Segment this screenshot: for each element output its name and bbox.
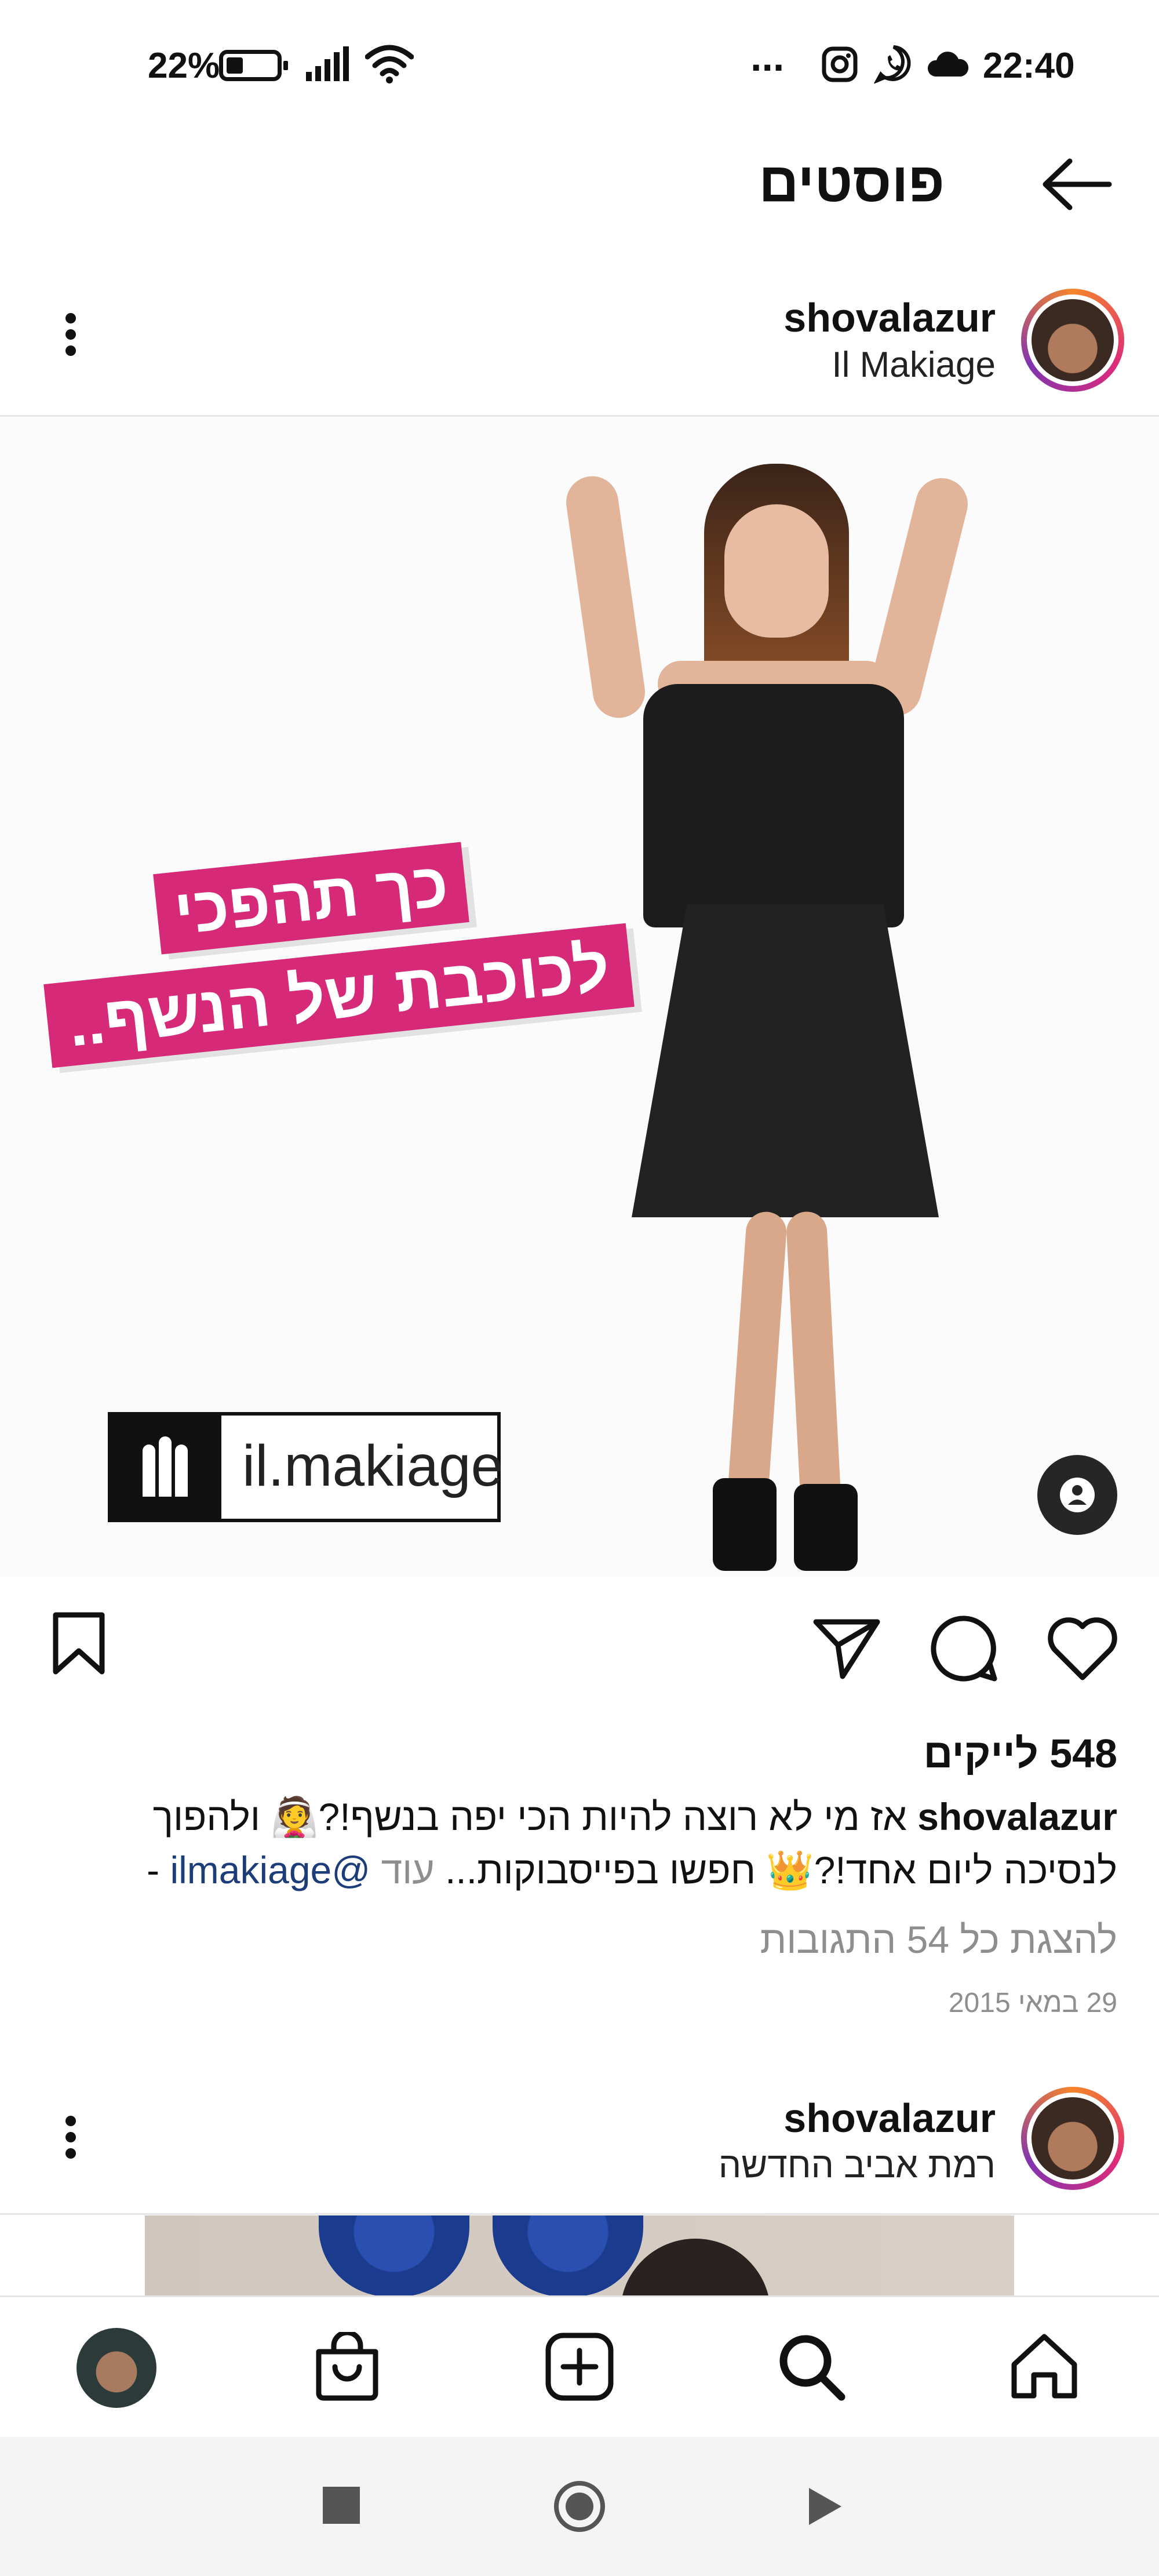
more-options-icon-2[interactable] [64,2110,78,2164]
post-caption: shovalazur אז מי לא רוצה להיות הכי יפה ב… [39,1790,1117,1897]
cloud-icon [927,52,969,77]
system-nav-bar [0,2437,1159,2576]
wifi-icon [365,45,414,83]
model-figure [556,441,1032,1577]
recent-apps-button[interactable] [323,2487,360,2524]
post-date: 29 במאי 2015 [948,1988,1117,2018]
home-icon[interactable] [1008,2331,1080,2403]
caption-text-2: לנסיכה ליום אחד!?👑 חפשו בפייסבוקות... [445,1849,1117,1891]
brand-logo-mark [111,1416,218,1519]
back-button-icon[interactable] [807,2486,844,2527]
bottom-nav [0,2295,1159,2439]
instagram-icon [822,46,858,82]
whatsapp-icon [874,45,911,83]
signal-icon [306,46,349,81]
brand-logo: il.makiage [108,1412,504,1522]
more-options-icon[interactable] [64,307,78,362]
caption-text-1: אז מי לא רוצה להיות הכי יפה בנשף!?👰 ולהפ… [152,1795,907,1838]
arrow-left-icon[interactable] [1041,157,1113,212]
post-actions [0,1588,1159,1704]
share-icon[interactable] [812,1616,881,1680]
clock: 22:40 [983,46,1075,86]
caption-more-link[interactable]: עוד [381,1849,435,1891]
promo-banner-line2: לכוכבת של הנשף.. [43,923,635,1068]
user-icon [1060,1478,1095,1512]
post-header-2: shovalazur רמת אביב החדשה [0,2069,1159,2208]
tagged-people-button[interactable] [1037,1455,1117,1535]
home-button[interactable] [554,2481,605,2532]
post2-image[interactable] [145,2215,1014,2297]
caption-username[interactable]: shovalazur [917,1795,1117,1838]
post-header: shovalazur Il Makiage [0,272,1159,412]
create-post-icon[interactable] [545,2332,614,2402]
view-all-comments-link[interactable]: להצגת כל 54 התגובות [760,1918,1117,1962]
promo-banner-line1: כך תהפכי [153,842,469,955]
divider [0,415,1159,417]
caption-tail: - [147,1849,160,1891]
bookmark-icon[interactable] [51,1611,107,1675]
divider-2 [0,2213,1159,2215]
caption-line-1: shovalazur אז מי לא רוצה להיות הכי יפה ב… [39,1790,1117,1843]
post-username[interactable]: shovalazur [783,294,996,341]
shop-bag-icon[interactable] [313,2332,381,2402]
search-icon[interactable] [777,2332,846,2402]
post2-username[interactable]: shovalazur [783,2095,996,2141]
battery-percent: 22% [148,46,220,86]
caption-line-2: לנסיכה ליום אחד!?👑 חפשו בפייסבוקות... עו… [39,1843,1117,1897]
post-location[interactable]: Il Makiage [832,344,996,385]
avatar[interactable] [1021,289,1124,392]
brand-logo-text: il.makiage [242,1433,504,1498]
profile-avatar-tab[interactable] [76,2328,156,2408]
battery-icon [219,50,288,81]
page-title: פוסטים [759,151,945,213]
post-image[interactable]: כך תהפכי לכוכבת של הנשף.. il.makiage [0,417,1159,1577]
likes-count[interactable]: 548 לייקים [924,1730,1117,1777]
caption-mention[interactable]: @ilmakiage [170,1849,370,1891]
status-bar: 22% ... 22:40 [0,0,1159,128]
page-header: פוסטים [0,128,1159,243]
avatar-2[interactable] [1021,2087,1124,2190]
more-notifications: ... [750,34,785,79]
like-heart-icon[interactable] [1047,1617,1118,1681]
post2-location[interactable]: רמת אביב החדשה [719,2145,996,2186]
comment-icon[interactable] [930,1614,999,1683]
